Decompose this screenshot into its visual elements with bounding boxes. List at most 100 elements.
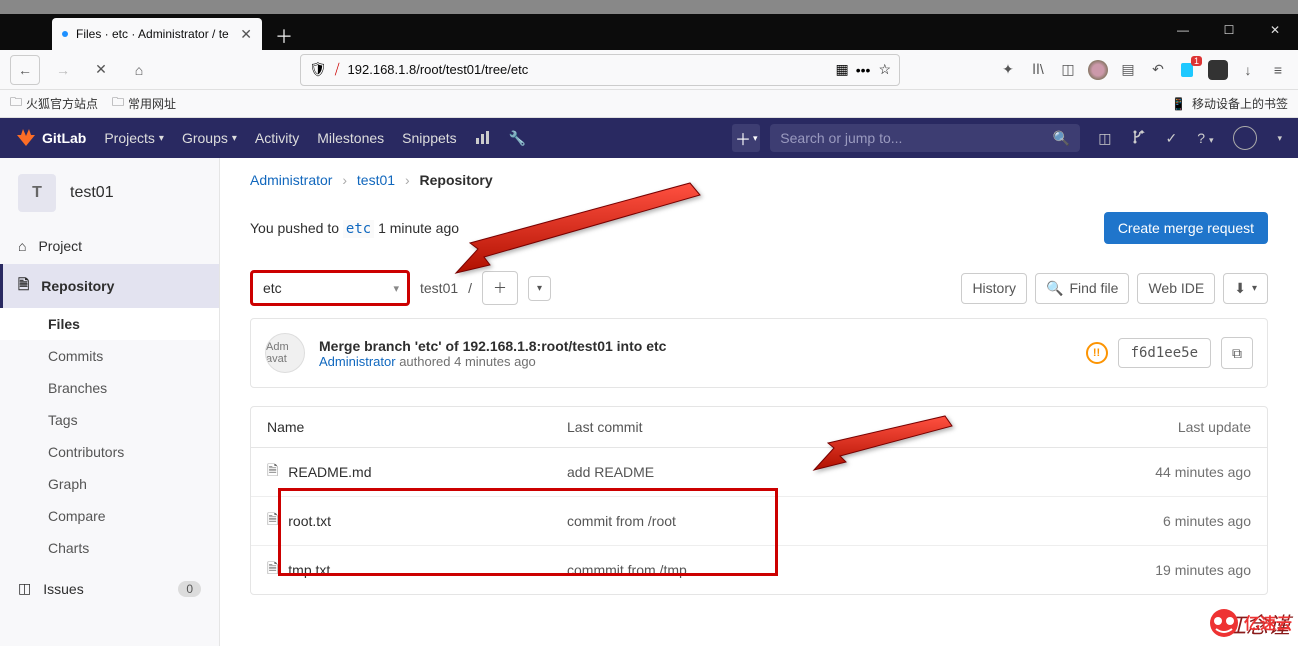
- extensions-icon[interactable]: ✦: [998, 60, 1018, 80]
- breadcrumb-link[interactable]: test01: [357, 172, 395, 188]
- file-name[interactable]: README.md: [288, 464, 371, 480]
- shield-icon: 🛡: [309, 61, 327, 78]
- chevron-right-icon: ›: [405, 172, 410, 188]
- file-last-commit[interactable]: add README: [567, 464, 1101, 480]
- user-avatar[interactable]: [1233, 126, 1257, 150]
- project-avatar: T: [18, 174, 56, 212]
- repository-icon: 🗎: [18, 274, 29, 298]
- commit-time: authored 4 minutes ago: [396, 354, 536, 369]
- download-icon: ⬇: [1234, 280, 1246, 297]
- star-icon[interactable]: ☆: [878, 61, 891, 78]
- chevron-down-icon: ▾: [1209, 135, 1214, 145]
- url-bar[interactable]: 🛡 ⧸ 192.168.1.8/root/test01/tree/etc ▦ •…: [300, 54, 900, 86]
- tab-loading-dot-icon: [62, 31, 68, 37]
- flag-ext-icon[interactable]: 1: [1178, 60, 1198, 80]
- url-text: 192.168.1.8/root/test01/tree/etc: [348, 62, 828, 77]
- find-file-button[interactable]: 🔍Find file: [1035, 273, 1129, 304]
- file-icon: 🗎: [267, 460, 278, 484]
- commit-title[interactable]: Merge branch 'etc' of 192.168.1.8:root/t…: [319, 338, 666, 354]
- push-suffix: 1 minute ago: [374, 220, 459, 236]
- table-header: Name Last commit Last update: [251, 407, 1267, 448]
- bookmark-folder[interactable]: 🗀常用网址: [112, 93, 176, 114]
- path-root[interactable]: test01: [420, 280, 458, 296]
- search-input[interactable]: [780, 130, 1053, 146]
- minimize-icon[interactable]: —: [1160, 14, 1206, 46]
- sidebar-item-repository[interactable]: 🗎 Repository: [0, 264, 219, 308]
- breadcrumb-current: Repository: [420, 172, 493, 188]
- window-close-icon[interactable]: ✕: [1252, 14, 1298, 46]
- push-branch[interactable]: etc: [343, 220, 374, 238]
- copy-sha-button[interactable]: ⧉: [1221, 337, 1253, 369]
- navbar-right: ＋ ▾ 🔍 ◫ ✓ ? ▾ ▾: [732, 124, 1282, 152]
- sidebar-sub-compare[interactable]: Compare: [0, 500, 219, 532]
- sidebar-project-header[interactable]: T test01: [0, 158, 219, 228]
- nav-activity[interactable]: Activity: [255, 130, 299, 146]
- create-merge-request-button[interactable]: Create merge request: [1104, 212, 1268, 244]
- stop-button[interactable]: ✕: [86, 55, 116, 85]
- nav-stats-icon[interactable]: [475, 130, 491, 146]
- nav-groups[interactable]: Groups ▾: [182, 130, 237, 146]
- push-notification: You pushed to etc 1 minute ago Create me…: [250, 198, 1268, 258]
- sidebar-item-label: Project: [38, 238, 82, 254]
- sidebar-sub-charts[interactable]: Charts: [0, 532, 219, 564]
- chevron-down-icon: ▾: [753, 133, 758, 144]
- undo-ext-icon[interactable]: ↶: [1148, 60, 1168, 80]
- sidebar-sub-contributors[interactable]: Contributors: [0, 436, 219, 468]
- download-button[interactable]: ⬇ ▾: [1223, 273, 1268, 304]
- file-last-update: 19 minutes ago: [1101, 562, 1251, 578]
- sidebar-sub-branches[interactable]: Branches: [0, 372, 219, 404]
- sidebar-sub-tags[interactable]: Tags: [0, 404, 219, 436]
- project-name: test01: [70, 184, 114, 202]
- back-button[interactable]: ←: [10, 55, 40, 85]
- close-icon[interactable]: ✕: [240, 26, 252, 43]
- todos-icon[interactable]: ✓: [1166, 130, 1178, 147]
- sidebar-sub-files[interactable]: Files: [0, 308, 219, 340]
- commit-sha[interactable]: f6d1ee5e: [1118, 338, 1211, 368]
- new-dropdown[interactable]: ＋ ▾: [732, 124, 760, 152]
- nav-milestones[interactable]: Milestones: [317, 130, 384, 146]
- browser-tab-bar: Files · etc · Administrator / te ✕ ＋ — ☐…: [0, 14, 1298, 50]
- maximize-icon[interactable]: ☐: [1206, 14, 1252, 46]
- sidebar-sub-graph[interactable]: Graph: [0, 468, 219, 500]
- history-button[interactable]: History: [961, 273, 1027, 304]
- commit-author-link[interactable]: Administrator: [319, 354, 396, 369]
- home-button[interactable]: ⌂: [124, 55, 154, 85]
- avatar-ext-icon[interactable]: [1088, 60, 1108, 80]
- add-file-button[interactable]: ＋: [482, 271, 518, 305]
- commit-avatar: Adm avat: [265, 333, 305, 373]
- browser-tab[interactable]: Files · etc · Administrator / te ✕: [52, 18, 262, 50]
- sidebar-item-label: Issues: [43, 581, 83, 597]
- forward-button[interactable]: →: [48, 55, 78, 85]
- menu-icon[interactable]: ≡: [1268, 60, 1288, 80]
- sidebar-item-issues[interactable]: ◫ Issues 0: [0, 570, 219, 607]
- help-icon[interactable]: ? ▾: [1197, 130, 1213, 146]
- download-icon[interactable]: ↓: [1238, 60, 1258, 80]
- grid-ext-icon[interactable]: ▤: [1118, 60, 1138, 80]
- new-tab-button[interactable]: ＋: [270, 22, 298, 50]
- gitlab-logo[interactable]: GitLab: [16, 128, 86, 148]
- bookmark-bar: 🗀火狐官方站点 🗀常用网址 📱移动设备上的书签: [0, 90, 1298, 118]
- sidebar-sub-commits[interactable]: Commits: [0, 340, 219, 372]
- web-ide-button[interactable]: Web IDE: [1137, 273, 1215, 304]
- branch-selector[interactable]: etc: [250, 270, 410, 306]
- issues-icon[interactable]: ◫: [1098, 130, 1111, 147]
- col-commit-header: Last commit: [567, 419, 1101, 435]
- nav-projects[interactable]: Projects ▾: [104, 130, 164, 146]
- nav-admin-icon[interactable]: 🔧: [509, 130, 526, 147]
- qr-icon[interactable]: ▦: [835, 61, 847, 78]
- merge-icon[interactable]: [1132, 130, 1146, 147]
- search-box[interactable]: 🔍: [770, 124, 1080, 152]
- more-dropdown[interactable]: ▾: [528, 276, 551, 301]
- col-update-header: Last update: [1101, 419, 1251, 435]
- sidebar-item-label: Repository: [41, 278, 114, 294]
- nav-snippets[interactable]: Snippets: [402, 130, 456, 146]
- pipeline-status-icon[interactable]: !!: [1086, 342, 1108, 364]
- bookmark-right[interactable]: 📱移动设备上的书签: [1171, 95, 1288, 112]
- bookmark-folder[interactable]: 🗀火狐官方站点: [10, 93, 98, 114]
- more-icon[interactable]: •••: [856, 62, 871, 78]
- sidebar-icon[interactable]: ◫: [1058, 60, 1078, 80]
- dark-ext-icon[interactable]: [1208, 60, 1228, 80]
- breadcrumb-link[interactable]: Administrator: [250, 172, 332, 188]
- library-icon[interactable]: ⅼⅼ\: [1028, 60, 1048, 80]
- sidebar-item-project[interactable]: ⌂ Project: [0, 228, 219, 264]
